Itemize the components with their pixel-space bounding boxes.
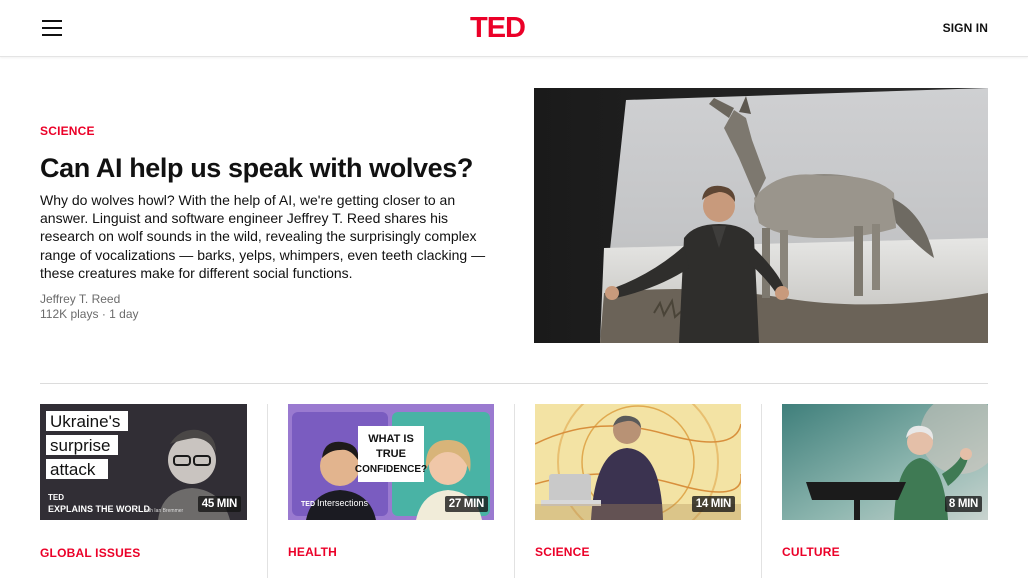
hero-speaker: Jeffrey T. Reed xyxy=(40,292,121,306)
hero-description: Why do wolves howl? With the help of AI,… xyxy=(40,192,486,281)
card-2-category[interactable]: HEALTH xyxy=(288,545,337,559)
hamburger-menu-icon xyxy=(42,20,62,22)
ted-logo[interactable]: TED xyxy=(470,12,526,44)
duration-badge: 8 MIN xyxy=(944,496,982,512)
card-1-thumb-line-2: surprise xyxy=(50,436,110,455)
card-3-category[interactable]: SCIENCE xyxy=(535,545,590,559)
hero-category-link[interactable]: SCIENCE xyxy=(40,124,95,138)
section-divider xyxy=(40,383,988,384)
card-thumbnail-2[interactable]: WHAT IS TRUE CONFIDENCE? TED Intersectio… xyxy=(288,404,494,520)
card-1-thumb-brand: TED xyxy=(48,493,64,502)
duration-badge: 14 MIN xyxy=(691,496,735,512)
card-thumbnail-1[interactable]: Ukraine's surprise attack TED EXPLAINS T… xyxy=(40,404,247,520)
card-thumbnail-3[interactable]: 14 MIN xyxy=(535,404,741,520)
card-2-thumb-line-3: CONFIDENCE? xyxy=(355,464,427,475)
card-2-thumb-brand: TED xyxy=(301,501,315,508)
hero-thumbnail[interactable] xyxy=(534,88,988,343)
card-separator xyxy=(514,404,515,578)
card-1-category[interactable]: GLOBAL ISSUES xyxy=(40,546,140,560)
hero-image xyxy=(534,88,988,343)
menu-button[interactable] xyxy=(40,18,64,38)
sign-in-link[interactable]: SIGN IN xyxy=(943,21,988,35)
hero-title[interactable]: Can AI help us speak with wolves? xyxy=(40,150,510,186)
card-2-thumb-series: Intersections xyxy=(317,498,369,508)
duration-badge: 27 MIN xyxy=(444,496,488,512)
card-1-thumb-series: EXPLAINS THE WORLD xyxy=(48,504,151,514)
card-1-thumb-host: with Ian Bremmer xyxy=(144,508,184,514)
card-1-thumb-line-1: Ukraine's xyxy=(50,412,120,431)
card-2-thumb-line-1: WHAT IS xyxy=(368,433,414,445)
duration-badge: 45 MIN xyxy=(197,496,241,512)
card-separator xyxy=(761,404,762,578)
card-thumbnail-4[interactable]: 8 MIN xyxy=(782,404,988,520)
card-separator xyxy=(267,404,268,578)
card-4-category[interactable]: CULTURE xyxy=(782,545,840,559)
hero-meta: 112K plays · 1 day xyxy=(40,307,139,321)
card-2-thumb-line-2: TRUE xyxy=(376,448,406,460)
site-header: TED SIGN IN xyxy=(0,0,1028,57)
card-1-thumb-line-3: attack xyxy=(50,460,96,479)
